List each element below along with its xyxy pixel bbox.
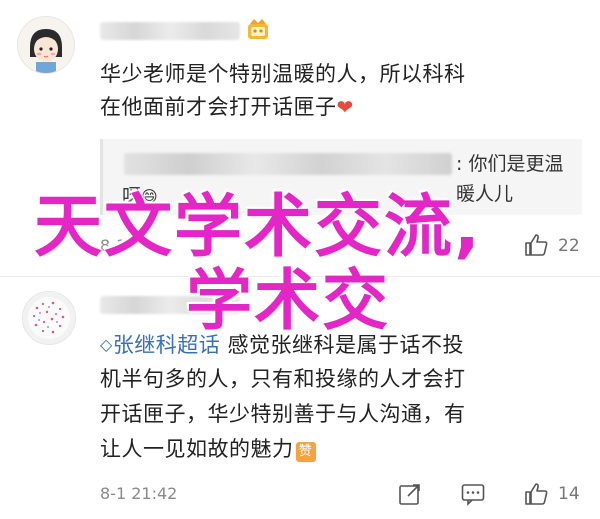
comment-text-line: 开话匣子，华少特别善于与人沟通，有 [100,402,466,426]
like-count: 22 [558,236,580,256]
comment-time: 8-1 21:42 [100,484,178,503]
overlay-watermark-line2: 学术交 [186,262,390,339]
comment-text-line: 让人一见如故的魅力赞 [100,433,316,466]
like-count: 14 [558,484,580,504]
comment-text-segment: 在他面前才会打开话匣子 [100,95,337,119]
comment-text-line: 机半句多的人，只有和投缘的人才会打 [100,367,466,391]
share-icon[interactable] [397,481,423,507]
topic-icon: ◇ [100,335,113,354]
avatar[interactable] [17,16,75,74]
comment-text-segment: 让人一见如故的魅力 [100,437,294,461]
like-icon[interactable] [523,232,549,258]
heart-emoji-icon: ❤ [336,95,354,119]
vip-badge-icon [248,19,268,39]
overlay-watermark-line1: 天文学术交流, [34,188,482,267]
comment-text-line: 在他面前才会打开话匣子❤ [100,91,354,124]
like-icon[interactable] [523,481,549,507]
quoted-author-blurred: ████████████████ [124,153,452,175]
comment-text-line: 华少老师是个特别温暖的人，所以科科 [100,62,466,86]
praise-emoji-icon: 赞 [295,442,316,462]
avatar-illustration [23,292,75,344]
author-name-blurred[interactable]: ██████ [100,22,240,40]
comment-icon[interactable] [460,481,486,507]
avatar[interactable] [22,291,76,345]
avatar-illustration [18,17,74,73]
